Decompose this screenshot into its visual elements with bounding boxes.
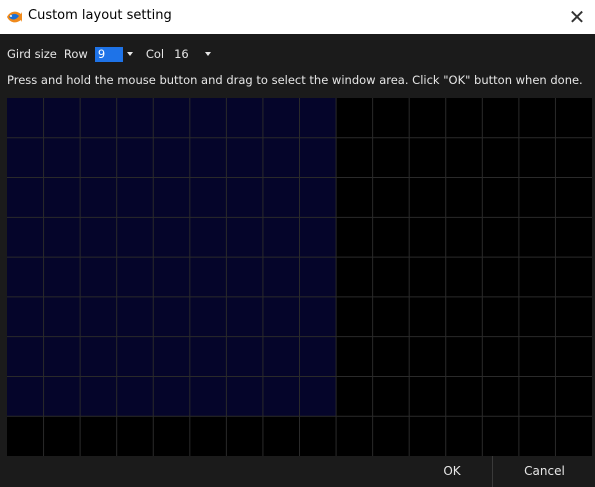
row-label: Row bbox=[63, 47, 88, 61]
layout-grid[interactable] bbox=[7, 98, 592, 456]
grid-lines bbox=[7, 98, 592, 456]
chevron-down-icon bbox=[205, 52, 212, 56]
col-label: Col bbox=[145, 47, 165, 61]
cancel-button[interactable]: Cancel bbox=[492, 456, 595, 487]
close-button[interactable]: ✕ bbox=[559, 0, 595, 34]
dialog-footer: OK Cancel bbox=[0, 456, 595, 487]
window-title: Custom layout setting bbox=[28, 8, 172, 23]
title-bar: Custom layout setting ✕ bbox=[0, 0, 595, 34]
grid-size-label: Gird size bbox=[7, 47, 57, 61]
chevron-down-icon bbox=[126, 52, 133, 56]
col-dropdown[interactable]: 16 bbox=[171, 47, 215, 62]
grid-size-toolbar: Gird size Row 9 Col 16 bbox=[7, 44, 224, 64]
close-icon: ✕ bbox=[568, 5, 586, 29]
fish-logo-icon bbox=[7, 11, 22, 23]
dialog-body: Gird size Row 9 Col 16 Press and hold th… bbox=[0, 34, 595, 487]
row-value: 9 bbox=[94, 46, 123, 62]
ok-button[interactable]: OK bbox=[420, 456, 484, 487]
instruction-text: Press and hold the mouse button and drag… bbox=[7, 73, 583, 87]
col-value: 16 bbox=[174, 46, 189, 61]
row-dropdown[interactable]: 9 bbox=[94, 46, 137, 62]
